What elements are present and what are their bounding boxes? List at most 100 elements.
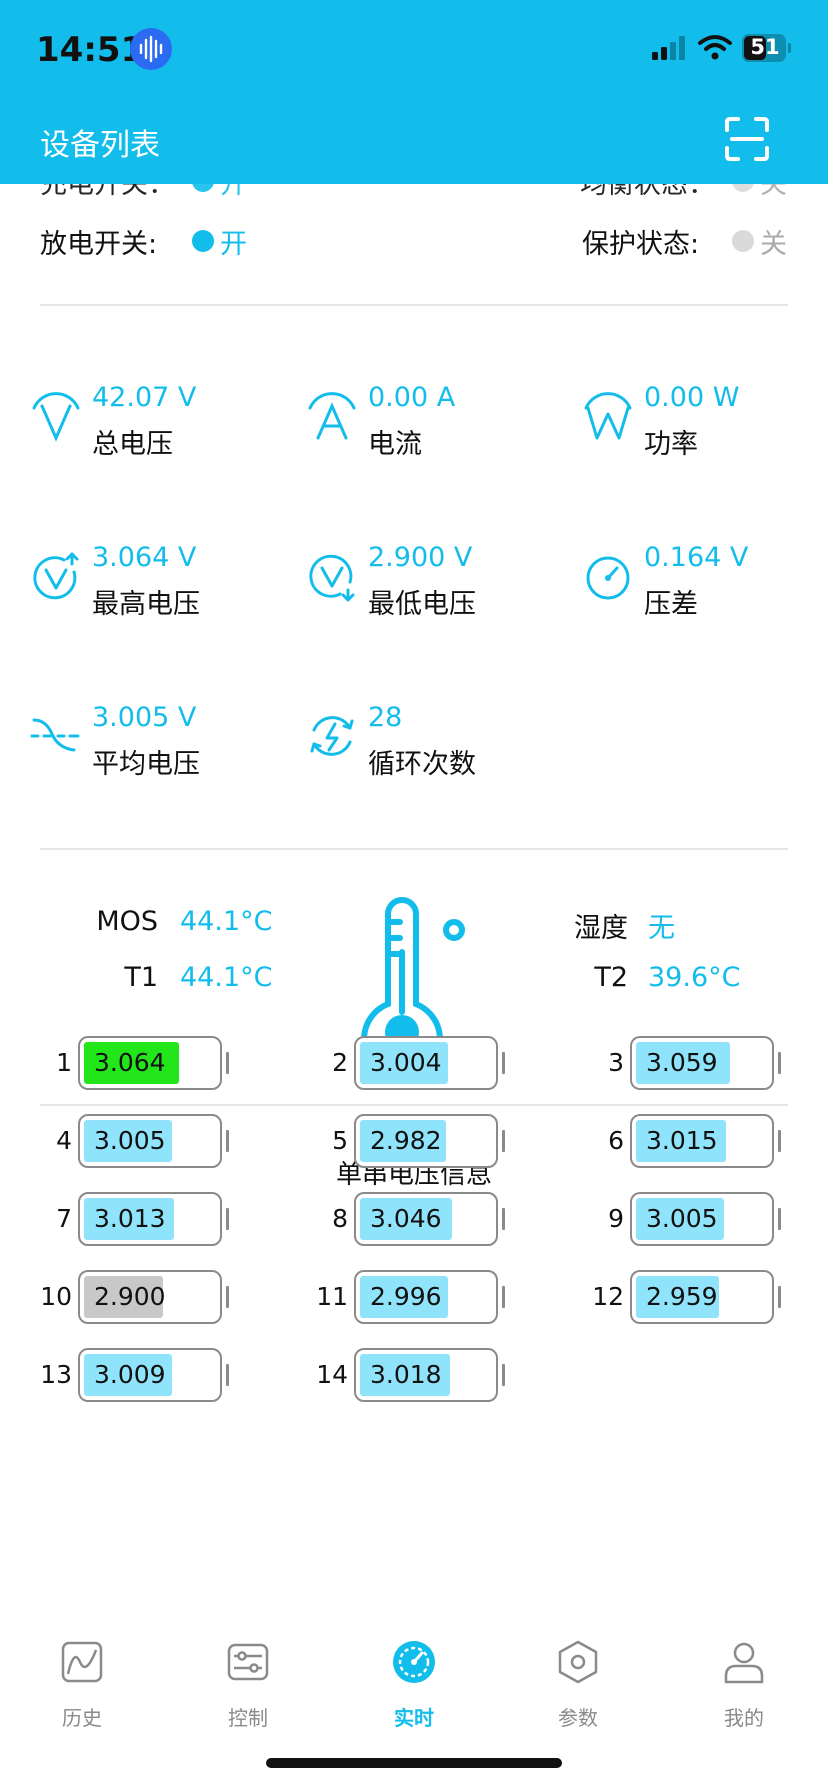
cell-voltage-value: 3.009 xyxy=(94,1360,166,1389)
wifi-icon xyxy=(698,35,732,60)
metric-voltage-diff: 0.164 V 压差 xyxy=(582,542,828,632)
cell-voltage-item: 12 2.959 xyxy=(592,1270,792,1324)
voice-activity-icon xyxy=(130,28,172,70)
cell-voltage-item: 8 3.046 xyxy=(316,1192,516,1246)
cell-voltage-item: 14 3.018 xyxy=(316,1348,516,1402)
t2-temp-value: 39.6°C xyxy=(648,962,741,993)
app-header: 14:51 51 设备列表 xyxy=(0,0,828,184)
current-icon xyxy=(308,392,356,440)
cell-index: 6 xyxy=(608,1126,624,1155)
tab-realtime[interactable]: 实时 xyxy=(354,1640,474,1740)
cell-voltage-item: 2 3.004 xyxy=(316,1036,516,1090)
tab-mine-label: 我的 xyxy=(724,1706,764,1730)
protect-status-value: 关 xyxy=(760,229,787,260)
metric-power: 0.00 W 功率 xyxy=(582,382,828,472)
cell-battery-icon: 3.015 xyxy=(630,1114,774,1168)
tab-mine[interactable]: 我的 xyxy=(684,1640,804,1740)
cell-battery-icon: 3.005 xyxy=(630,1192,774,1246)
cycle-icon xyxy=(310,716,354,756)
power-icon xyxy=(584,392,632,440)
cell-battery-icon: 2.982 xyxy=(354,1114,498,1168)
cell-voltage-item: 4 3.005 xyxy=(40,1114,240,1168)
cell-index: 9 xyxy=(608,1204,624,1233)
power-label: 功率 xyxy=(644,429,698,460)
cell-battery-terminal xyxy=(778,1130,781,1152)
discharge-switch-value: 开 xyxy=(220,229,247,260)
current-label: 电流 xyxy=(368,429,422,460)
total-voltage-label: 总电压 xyxy=(92,429,173,460)
metric-min-voltage: 2.900 V 最低电压 xyxy=(306,542,556,632)
min-voltage-value: 2.900 V xyxy=(368,542,473,573)
realtime-content[interactable]: 充电开关： 开 均衡状态： 关 放电开关: 开 保护状态: 关 42.07 V … xyxy=(0,184,828,1614)
voltage-icon xyxy=(32,392,80,442)
cell-voltage-item: 13 3.009 xyxy=(40,1348,240,1402)
power-value: 0.00 W xyxy=(644,382,740,413)
cell-voltage-value: 3.018 xyxy=(370,1360,442,1389)
home-indicator[interactable] xyxy=(266,1758,562,1768)
cycle-count-value: 28 xyxy=(368,702,403,733)
cell-battery-terminal xyxy=(226,1286,229,1308)
metric-current: 0.00 A 电流 xyxy=(306,382,556,472)
cell-battery-icon: 3.064 xyxy=(78,1036,222,1090)
cell-voltage-value: 2.996 xyxy=(370,1282,442,1311)
cell-voltage-item: 1 3.064 xyxy=(40,1036,240,1090)
cell-battery-terminal xyxy=(778,1286,781,1308)
t1-temp-value: 44.1°C xyxy=(180,962,273,993)
cell-index: 8 xyxy=(332,1204,348,1233)
discharge-switch-indicator[interactable] xyxy=(192,230,214,252)
cell-voltage-value: 2.959 xyxy=(646,1282,718,1311)
cell-voltage-value: 3.013 xyxy=(94,1204,166,1233)
hex-nut-icon xyxy=(558,1640,598,1684)
cell-battery-icon: 2.959 xyxy=(630,1270,774,1324)
cell-battery-icon: 3.059 xyxy=(630,1036,774,1090)
tab-history[interactable]: 历史 xyxy=(22,1640,142,1740)
cell-index: 14 xyxy=(316,1360,348,1389)
average-icon xyxy=(30,718,80,752)
tab-parameters[interactable]: 参数 xyxy=(518,1640,638,1740)
scan-icon[interactable] xyxy=(724,116,770,162)
cell-index: 11 xyxy=(316,1282,348,1311)
cell-battery-terminal xyxy=(502,1286,505,1308)
cell-battery-icon: 3.005 xyxy=(78,1114,222,1168)
cycle-count-label: 循环次数 xyxy=(368,749,476,780)
cell-battery-terminal xyxy=(226,1130,229,1152)
cell-index: 4 xyxy=(56,1126,72,1155)
balance-status-value: 关 xyxy=(760,184,787,200)
cell-voltage-item: 7 3.013 xyxy=(40,1192,240,1246)
cell-voltage-item: 5 2.982 xyxy=(316,1114,516,1168)
cell-battery-icon: 2.900 xyxy=(78,1270,222,1324)
total-voltage-value: 42.07 V xyxy=(92,382,197,413)
cell-voltage-item: 6 3.015 xyxy=(592,1114,792,1168)
max-voltage-icon xyxy=(33,552,79,600)
cell-battery-terminal xyxy=(226,1208,229,1230)
cell-battery-terminal xyxy=(502,1052,505,1074)
cell-index: 7 xyxy=(56,1204,72,1233)
mos-temp-label: MOS xyxy=(96,906,158,937)
battery-percent: 51 xyxy=(750,35,780,59)
sliders-icon xyxy=(227,1643,269,1681)
history-chart-icon xyxy=(61,1641,103,1683)
tab-control[interactable]: 控制 xyxy=(188,1640,308,1740)
cell-battery-terminal xyxy=(502,1364,505,1386)
t1-temp-label: T1 xyxy=(124,962,158,993)
max-voltage-value: 3.064 V xyxy=(92,542,197,573)
max-voltage-label: 最高电压 xyxy=(92,589,200,620)
cell-voltage-item: 3 3.059 xyxy=(592,1036,792,1090)
battery-indicator: 51 xyxy=(742,34,792,62)
balance-status-indicator xyxy=(732,184,754,192)
cell-voltage-value: 3.015 xyxy=(646,1126,718,1155)
mos-temp-value: 44.1°C xyxy=(180,906,273,937)
person-icon xyxy=(724,1642,764,1684)
min-voltage-label: 最低电压 xyxy=(368,589,476,620)
cell-voltage-value: 3.064 xyxy=(94,1048,166,1077)
cell-voltage-value: 3.005 xyxy=(646,1204,718,1233)
humidity-label: 湿度 xyxy=(574,913,628,944)
divider xyxy=(40,304,788,306)
cell-index: 10 xyxy=(40,1282,72,1311)
cell-voltage-item: 11 2.996 xyxy=(316,1270,516,1324)
cell-battery-terminal xyxy=(778,1208,781,1230)
cell-battery-icon: 3.009 xyxy=(78,1348,222,1402)
cell-voltage-item: 10 2.900 xyxy=(40,1270,240,1324)
cell-index: 1 xyxy=(56,1048,72,1077)
divider xyxy=(40,1104,788,1106)
